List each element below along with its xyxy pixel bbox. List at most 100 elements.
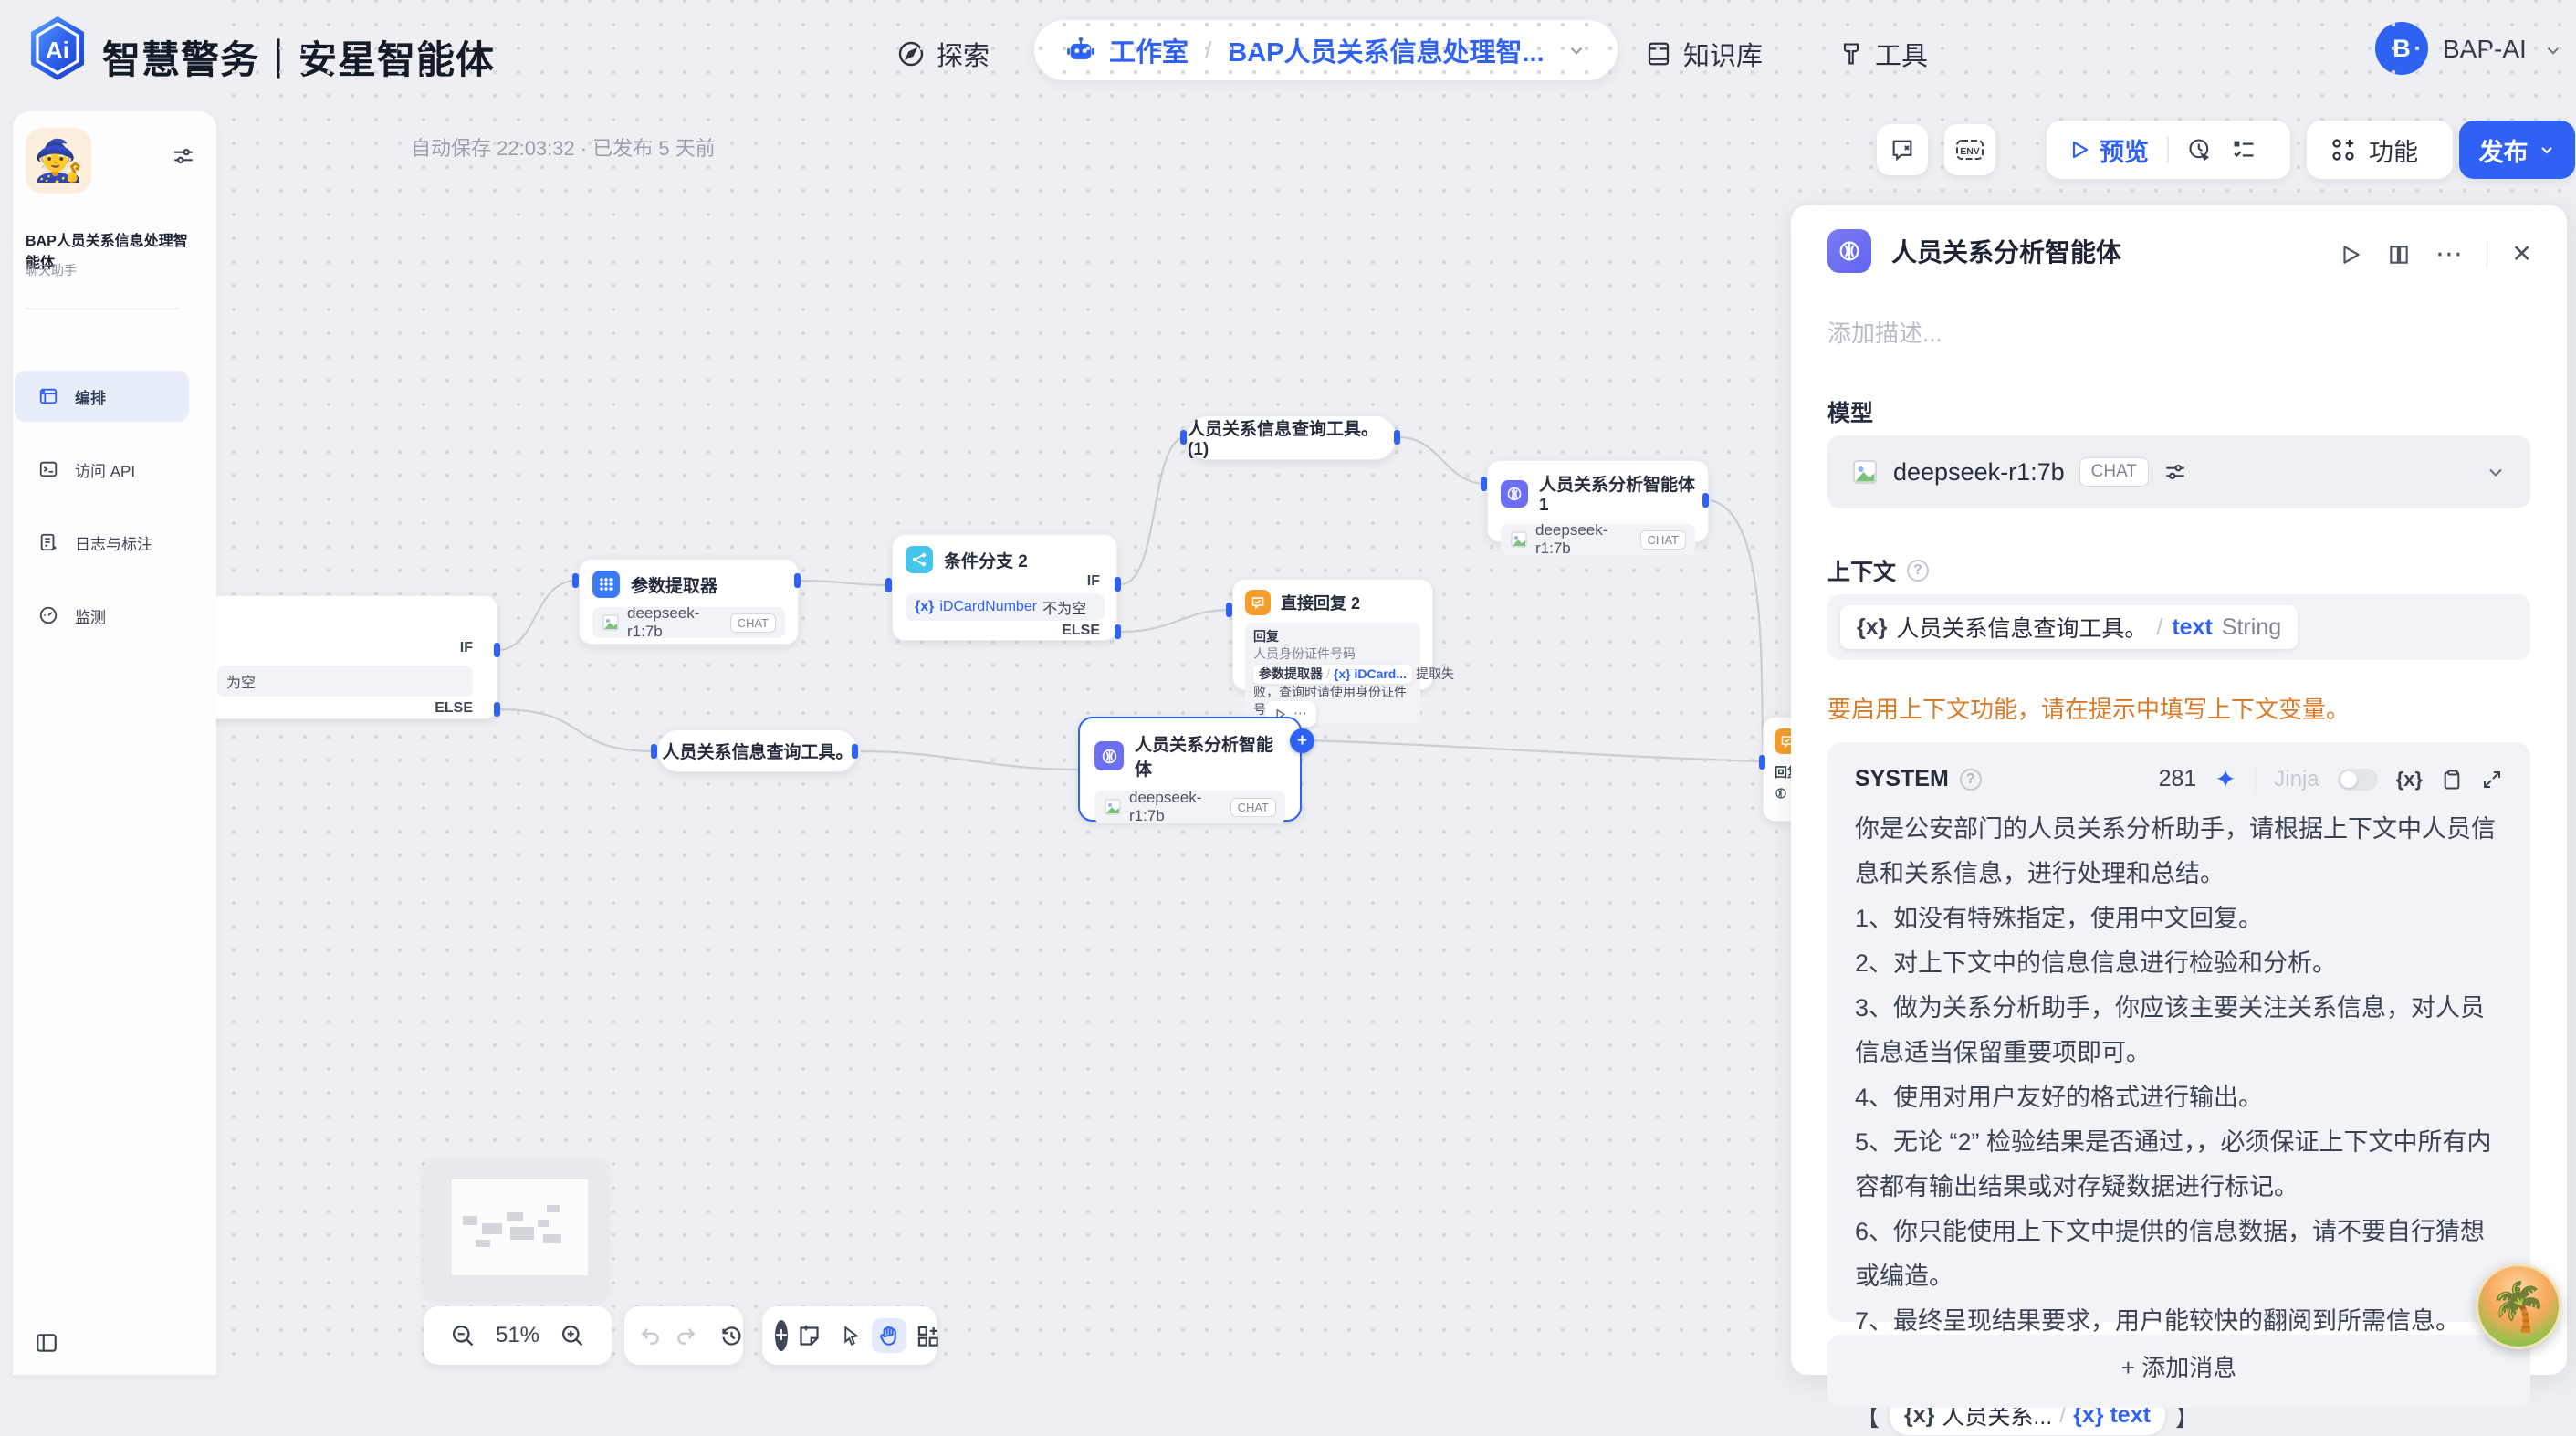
undo-icon[interactable] bbox=[639, 1324, 663, 1347]
chat-badge: CHAT bbox=[730, 613, 776, 633]
port-out[interactable] bbox=[794, 573, 801, 588]
play-icon bbox=[2068, 139, 2090, 161]
open-book-icon[interactable] bbox=[2386, 243, 2412, 267]
port-in[interactable] bbox=[1481, 477, 1487, 491]
agent1-node[interactable]: 人员关系分析智能体1 deepseek-r1:7b CHAT bbox=[1487, 460, 1709, 542]
add-note-icon[interactable] bbox=[797, 1324, 822, 1348]
zoom-in-icon[interactable] bbox=[560, 1323, 585, 1348]
features-button[interactable]: 功能 bbox=[2307, 121, 2453, 179]
condition-row[interactable]: 为空 bbox=[217, 666, 473, 697]
publish-button[interactable]: 发布 bbox=[2459, 121, 2575, 179]
system-prompt-text[interactable]: 你是公安部门的人员关系分析助手，请根据上下文中人员信息和关系信息，进行处理和总结… bbox=[1855, 807, 2503, 1389]
canvas-tools: + bbox=[762, 1306, 937, 1365]
condition-node-partial[interactable]: IF 为空 ELSE bbox=[216, 595, 497, 719]
more-options-icon[interactable]: ⋯ bbox=[1293, 711, 1307, 717]
port-out-else[interactable] bbox=[1115, 624, 1121, 639]
port-in[interactable] bbox=[1759, 755, 1765, 770]
jinja-toggle[interactable] bbox=[2338, 769, 2378, 791]
comment-edit-icon bbox=[1890, 137, 1915, 162]
direct-reply-2-node[interactable]: 直接回复 2 回复 人员身份证件号码 参数提取器 / {x} iDCard...… bbox=[1232, 579, 1433, 690]
zoom-level[interactable]: 51% bbox=[496, 1323, 539, 1348]
token-count: 281 bbox=[2159, 766, 2197, 792]
jinja-label: Jinja bbox=[2274, 767, 2319, 792]
zoom-out-icon[interactable] bbox=[450, 1323, 476, 1348]
port-out-if[interactable] bbox=[494, 643, 500, 657]
sidebar-item-monitor[interactable]: 监测 bbox=[15, 590, 189, 641]
annotation-button[interactable] bbox=[1877, 124, 1928, 175]
reply-icon bbox=[1245, 590, 1271, 615]
svg-text:ENV: ENV bbox=[1960, 146, 1980, 157]
insert-variable-icon[interactable]: {x} bbox=[2396, 768, 2423, 791]
port-out[interactable] bbox=[852, 744, 858, 759]
agent-type: 聊天助手 bbox=[26, 261, 77, 279]
sidebar-item-orchestrate[interactable]: 编排 bbox=[15, 371, 189, 422]
port-out[interactable] bbox=[1702, 493, 1709, 508]
run-node-icon[interactable] bbox=[2339, 243, 2362, 267]
port-in[interactable] bbox=[572, 573, 579, 588]
pan-hand-icon[interactable] bbox=[872, 1318, 906, 1353]
minimap[interactable] bbox=[423, 1160, 608, 1298]
port-out[interactable] bbox=[1394, 430, 1400, 445]
agent-avatar[interactable]: 🧙 bbox=[26, 128, 91, 194]
add-node-button[interactable]: + bbox=[775, 1320, 788, 1351]
help-icon[interactable]: ? bbox=[1960, 769, 1982, 791]
autosave-status: 自动保存 22:03:32 · 已发布 5 天前 bbox=[411, 132, 716, 162]
condition-expression[interactable]: {x} iDCardNumber 不为空 bbox=[906, 593, 1105, 621]
branch-icon bbox=[906, 546, 933, 573]
param-extractor-node[interactable]: 参数提取器 deepseek-r1:7b CHAT bbox=[579, 559, 799, 645]
gauge-icon bbox=[38, 605, 58, 625]
node-config-panel: 人员关系分析智能体 ⋯ ✕ 添加描述... 模型 deepseek-r1:7b … bbox=[1791, 205, 2567, 1375]
auto-layout-icon[interactable] bbox=[916, 1324, 940, 1348]
query-tool-1-node[interactable]: 人员关系信息查询工具。 (1) bbox=[1187, 415, 1397, 460]
orchestrate-icon bbox=[38, 386, 58, 406]
checklist-icon[interactable] bbox=[2231, 137, 2257, 162]
add-connection-button[interactable]: + bbox=[1290, 728, 1314, 753]
agent-brain-icon bbox=[1827, 229, 1871, 273]
env-icon: ENV bbox=[1953, 135, 1986, 164]
palm-island-sticker[interactable]: 🌴 bbox=[2476, 1263, 2561, 1349]
preview-button[interactable]: 预览 bbox=[2068, 132, 2149, 168]
system-prompt-block[interactable]: SYSTEM ? 281 ✦ Jinja {x} 你是公安部门的人员 bbox=[1827, 742, 2530, 1322]
ai-generate-icon[interactable]: ✦ bbox=[2215, 764, 2236, 794]
node-model-row: deepseek-r1:7b CHAT bbox=[592, 607, 785, 638]
query-tool-node[interactable]: 人员关系信息查询工具。 bbox=[657, 729, 858, 772]
model-chevron-down-icon[interactable] bbox=[2485, 461, 2507, 483]
node-title: 人员关系分析智能体 bbox=[1135, 731, 1285, 781]
port-out-if[interactable] bbox=[1115, 577, 1121, 592]
add-message-button[interactable]: + 添加消息 bbox=[1827, 1335, 2530, 1408]
panel-title: 人员关系分析智能体 bbox=[1891, 233, 2121, 269]
branch-if-label: IF bbox=[460, 640, 473, 656]
close-icon[interactable]: ✕ bbox=[2511, 240, 2532, 268]
node-title: 参数提取器 bbox=[631, 572, 717, 597]
branch-else-label: ELSE bbox=[1062, 623, 1100, 639]
redo-icon[interactable] bbox=[674, 1324, 697, 1347]
publish-chevron-icon bbox=[2538, 141, 2556, 159]
select-cursor-icon[interactable] bbox=[840, 1325, 863, 1347]
expand-icon[interactable] bbox=[2481, 769, 2503, 791]
version-history-icon[interactable] bbox=[719, 1324, 744, 1348]
help-icon[interactable]: ? bbox=[1907, 560, 1929, 582]
port-in[interactable] bbox=[1180, 430, 1187, 445]
preview-group: 预览 bbox=[2047, 121, 2290, 179]
description-input[interactable]: 添加描述... bbox=[1827, 315, 1942, 349]
env-variables-button[interactable]: ENV bbox=[1944, 124, 1995, 175]
model-selector[interactable]: deepseek-r1:7b CHAT bbox=[1827, 435, 2530, 508]
agent-settings-icon[interactable] bbox=[172, 144, 195, 168]
condition-branch-2-node[interactable]: 条件分支 2 IF {x} iDCardNumber 不为空 ELSE bbox=[892, 534, 1117, 641]
sidebar-item-logs[interactable]: 日志与标注 bbox=[15, 517, 189, 568]
context-variable-pill[interactable]: {x} 人员关系信息查询工具。 / text String bbox=[1840, 605, 2298, 649]
port-in[interactable] bbox=[651, 744, 657, 759]
run-history-icon[interactable] bbox=[2187, 137, 2213, 162]
model-params-icon[interactable] bbox=[2163, 460, 2187, 484]
port-out-else[interactable] bbox=[494, 702, 500, 717]
sidebar-item-api[interactable]: 访问 API bbox=[15, 444, 189, 495]
collapse-sidebar-icon[interactable] bbox=[35, 1331, 58, 1355]
copy-icon[interactable] bbox=[2441, 768, 2463, 791]
agent-selected-node[interactable]: 人员关系分析智能体 deepseek-r1:7b CHAT bbox=[1078, 717, 1302, 822]
more-options-icon[interactable]: ⋯ bbox=[2435, 250, 2463, 259]
port-in[interactable] bbox=[1226, 603, 1232, 617]
node-title: 人员关系分析智能体1 bbox=[1539, 471, 1695, 516]
branch-else-label: ELSE bbox=[435, 700, 473, 717]
context-variable-field[interactable]: {x} 人员关系信息查询工具。 / text String bbox=[1827, 594, 2530, 660]
port-in[interactable] bbox=[885, 578, 892, 592]
